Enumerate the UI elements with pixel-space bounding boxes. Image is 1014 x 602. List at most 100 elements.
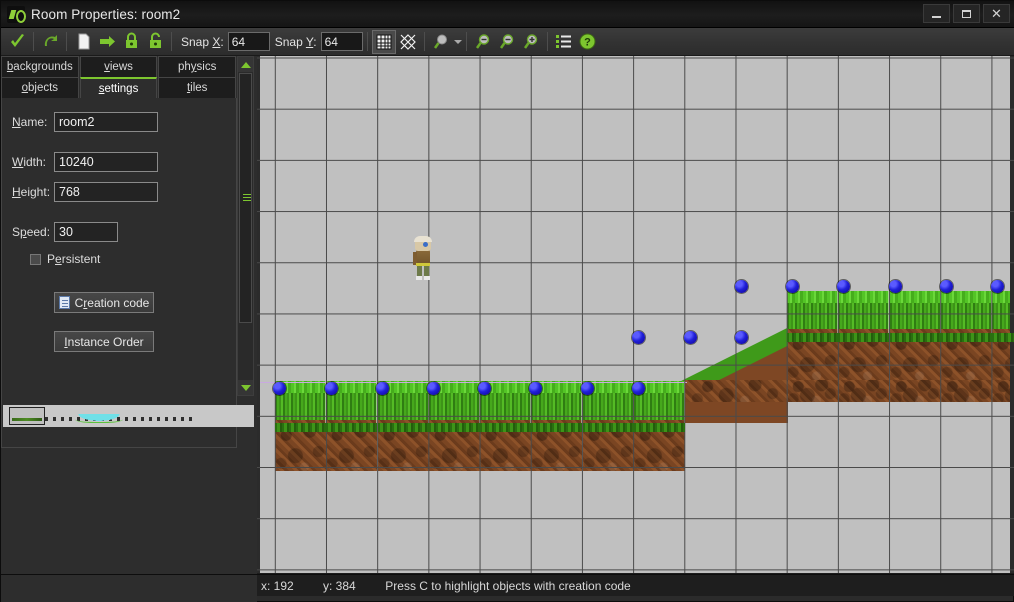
chevron-down-icon[interactable] — [453, 39, 462, 44]
tab-views[interactable]: views — [79, 56, 158, 77]
snap-x-label: Snap X: — [181, 34, 224, 49]
creation-code-button[interactable]: Creation code — [54, 292, 154, 313]
tab-tiles[interactable]: tiles — [158, 77, 237, 98]
player-hair — [414, 236, 432, 242]
instance-marker[interactable] — [581, 382, 594, 395]
instance-marker[interactable] — [273, 382, 286, 395]
tile-dirt[interactable] — [685, 380, 788, 402]
player-character-sprite[interactable] — [412, 236, 434, 281]
instance-marker[interactable] — [376, 382, 389, 395]
speed-label: Speed: — [12, 225, 51, 239]
zoom-tool-button[interactable] — [429, 30, 453, 54]
height-input[interactable] — [54, 182, 158, 202]
gamemaker-logo-icon — [7, 5, 26, 23]
snap-x-input[interactable] — [227, 32, 270, 51]
persistent-checkbox[interactable] — [30, 253, 41, 265]
tile-dirt[interactable] — [838, 380, 890, 402]
room-canvas[interactable] — [257, 56, 1014, 573]
preview-water-tile[interactable] — [75, 414, 123, 423]
speed-field-row: Speed: — [12, 222, 236, 242]
unlock-button[interactable] — [143, 30, 167, 54]
instance-marker[interactable] — [889, 280, 902, 293]
tile-grass[interactable] — [838, 291, 890, 343]
toolbar-separator — [366, 32, 368, 51]
toolbar-separator — [423, 32, 425, 51]
instance-marker[interactable] — [427, 382, 440, 395]
instance-marker[interactable] — [684, 331, 697, 344]
list-view-button[interactable] — [552, 30, 576, 54]
title-bar: Room Properties: room2 ✕ — [1, 1, 1014, 28]
tab-settings[interactable]: settings — [79, 77, 158, 98]
tab-backgrounds[interactable]: backgrounds — [1, 56, 79, 77]
tile-grass[interactable] — [787, 291, 839, 343]
instance-marker[interactable] — [529, 382, 542, 395]
height-field-row: Height: — [12, 182, 236, 202]
lock-button[interactable] — [119, 30, 143, 54]
player-shoe-right — [424, 276, 430, 280]
instance-marker[interactable] — [735, 280, 748, 293]
player-eye — [423, 242, 428, 247]
instance-order-button[interactable]: Instance Order — [54, 331, 154, 352]
instance-marker[interactable] — [632, 382, 645, 395]
instance-marker[interactable] — [940, 280, 953, 293]
zoom-fit-button[interactable] — [471, 30, 495, 54]
persistent-label: Persistent — [47, 252, 101, 266]
name-label: Name: — [12, 115, 48, 129]
room-canvas-container[interactable] — [257, 56, 1014, 573]
next-button[interactable] — [95, 30, 119, 54]
zoom-in-button[interactable] — [519, 30, 543, 54]
instance-marker[interactable] — [786, 280, 799, 293]
svg-text:?: ? — [584, 37, 591, 49]
instance-marker[interactable] — [478, 382, 491, 395]
toolbar-separator — [33, 32, 34, 51]
player-shoe-left — [416, 276, 422, 280]
status-bar: Press C to highlight objects with creati… — [1, 574, 1014, 597]
name-input[interactable] — [54, 112, 158, 132]
help-button[interactable]: ? — [576, 30, 600, 54]
window-title: Room Properties: room2 — [31, 6, 181, 22]
tab-physics[interactable]: physics — [158, 56, 237, 77]
tab-row-2: objects settings tiles — [1, 77, 237, 98]
undo-button[interactable] — [38, 30, 62, 54]
instance-marker[interactable] — [735, 331, 748, 344]
toolbar-separator — [66, 32, 67, 51]
panel-scrollbar[interactable] — [237, 56, 254, 396]
confirm-button[interactable] — [5, 30, 29, 54]
tile-dirt[interactable] — [941, 380, 993, 402]
width-label: Width: — [12, 155, 47, 169]
minimize-button[interactable] — [923, 4, 950, 23]
tile-dirt[interactable] — [890, 380, 942, 402]
tile-dirt[interactable] — [787, 380, 839, 402]
instance-marker[interactable] — [991, 280, 1004, 293]
instance-marker[interactable] — [325, 382, 338, 395]
width-input[interactable] — [54, 152, 158, 172]
grid-toggle-button[interactable] — [371, 29, 396, 54]
tab-objects[interactable]: objects — [1, 77, 79, 98]
tile-grass[interactable] — [890, 291, 942, 343]
scroll-thumb[interactable] — [239, 73, 252, 323]
persistent-row[interactable]: Persistent — [30, 252, 236, 266]
tab-row-1: backgrounds views physics — [1, 56, 237, 77]
tile-grass[interactable] — [941, 291, 993, 343]
creation-code-label: Creation code — [74, 295, 150, 310]
triangle-up-icon — [240, 61, 251, 68]
preview-selected-tile[interactable] — [9, 407, 45, 425]
scroll-down-button[interactable] — [238, 380, 253, 395]
new-button[interactable] — [71, 30, 95, 54]
snap-y-input[interactable] — [320, 32, 363, 51]
tab-label: objects — [21, 82, 59, 94]
instance-marker[interactable] — [632, 331, 645, 344]
isometric-grid-button[interactable] — [396, 30, 420, 54]
instance-order-wrap: Instance Order — [54, 331, 236, 352]
toolbar-separator — [171, 32, 172, 51]
maximize-button[interactable] — [953, 4, 980, 23]
tile-preview-strip[interactable] — [3, 405, 254, 427]
zoom-out-button[interactable] — [495, 30, 519, 54]
tab-label: settings — [98, 82, 139, 95]
tab-label: backgrounds — [6, 61, 73, 73]
speed-input[interactable] — [54, 222, 118, 242]
close-button[interactable]: ✕ — [983, 4, 1010, 23]
tab-group: backgrounds views physics objects settin… — [1, 56, 237, 98]
instance-marker[interactable] — [837, 280, 850, 293]
scroll-up-button[interactable] — [238, 57, 253, 72]
